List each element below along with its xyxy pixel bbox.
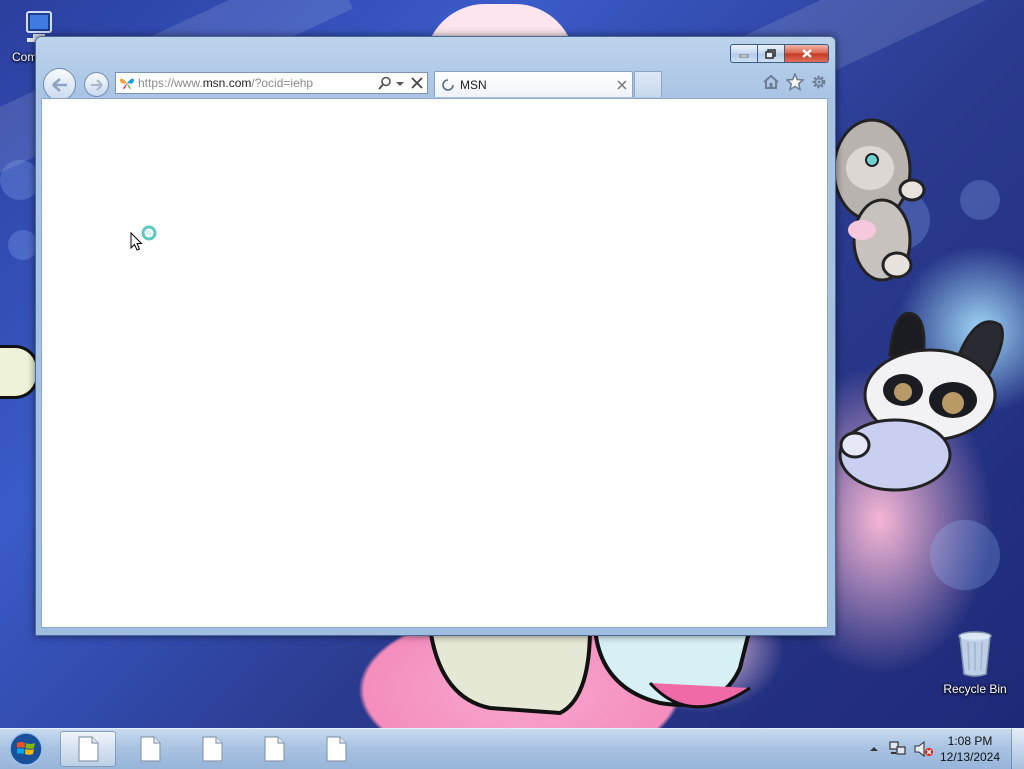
- address-url[interactable]: https://www.msn.com/?ocid=iehp: [138, 76, 313, 90]
- url-domain: msn.com: [202, 76, 252, 90]
- navigation-bar: https://www.msn.com/?ocid=iehp MSN: [42, 68, 832, 101]
- wallpaper-bottom-creatures: [427, 628, 753, 716]
- wallpaper-left-blob: [0, 345, 39, 399]
- star-icon[interactable]: [786, 73, 804, 91]
- window-titlebar[interactable]: [36, 37, 835, 65]
- url-suffix: /?ocid=iehp: [251, 76, 314, 90]
- system-clock[interactable]: 1:08 PM 12/13/2024: [934, 733, 1006, 765]
- restore-icon: [765, 48, 776, 59]
- clock-date: 12/13/2024: [939, 750, 1001, 764]
- chevron-down-icon[interactable]: [395, 76, 405, 90]
- address-bar[interactable]: https://www.msn.com/?ocid=iehp: [115, 72, 428, 94]
- document-icon: [140, 736, 161, 762]
- taskbar: 1:08 PM 12/13/2024: [0, 728, 1024, 769]
- document-icon: [78, 736, 99, 762]
- volume-muted-icon[interactable]: [914, 740, 934, 758]
- busy-cursor-icon: [130, 225, 157, 251]
- wallpaper-bubble: [0, 160, 40, 200]
- document-icon: [202, 736, 223, 762]
- forward-icon: [90, 78, 103, 91]
- close-button[interactable]: [785, 44, 829, 63]
- page-content-area[interactable]: [41, 98, 828, 628]
- back-button[interactable]: [43, 68, 76, 101]
- forward-button[interactable]: [84, 72, 109, 97]
- taskbar-button[interactable]: [246, 731, 302, 767]
- restore-button[interactable]: [758, 44, 785, 63]
- show-desktop-button[interactable]: [1011, 729, 1024, 769]
- show-hidden-icons-button[interactable]: [868, 742, 880, 756]
- wallpaper-bubble: [960, 180, 1000, 220]
- windows-logo-icon: [9, 732, 43, 766]
- home-icon[interactable]: [762, 73, 780, 91]
- desktop-icon-label: Recycle Bin: [943, 682, 1007, 696]
- chevron-up-icon: [870, 747, 878, 751]
- browser-window: https://www.msn.com/?ocid=iehp MSN: [35, 36, 836, 636]
- minimize-icon: [739, 54, 749, 57]
- search-icon[interactable]: [378, 76, 392, 90]
- wallpaper-bubble: [8, 230, 38, 260]
- back-icon: [51, 77, 67, 92]
- close-tab-icon[interactable]: [617, 80, 627, 90]
- gear-icon[interactable]: [810, 73, 828, 91]
- wallpaper-gray-bear: [832, 118, 926, 282]
- wallpaper-bubble: [930, 520, 1000, 590]
- new-tab-button[interactable]: [634, 71, 662, 97]
- command-icons: [762, 73, 828, 91]
- tab-title: MSN: [460, 78, 487, 92]
- tab-msn[interactable]: MSN: [434, 71, 633, 97]
- stop-icon[interactable]: [410, 76, 424, 90]
- wallpaper-bunny: [838, 312, 1004, 492]
- network-icon[interactable]: [889, 741, 907, 757]
- taskbar-button[interactable]: [60, 731, 116, 767]
- window-caption-buttons: [730, 44, 829, 63]
- taskbar-button[interactable]: [308, 731, 364, 767]
- clock-time: 1:08 PM: [947, 734, 993, 748]
- taskbar-button[interactable]: [184, 731, 240, 767]
- start-button[interactable]: [6, 730, 46, 768]
- minimize-button[interactable]: [730, 44, 758, 63]
- msn-butterfly-icon: [120, 78, 134, 89]
- document-icon: [264, 736, 285, 762]
- url-prefix: https://www.: [138, 76, 203, 90]
- recycle-bin-icon: [956, 630, 994, 678]
- document-icon: [326, 736, 347, 762]
- taskbar-button[interactable]: [122, 731, 178, 767]
- desktop-icon-recycle-bin[interactable]: Recycle Bin: [938, 630, 1012, 696]
- close-icon: [801, 49, 812, 58]
- loading-spinner-icon: [442, 79, 454, 91]
